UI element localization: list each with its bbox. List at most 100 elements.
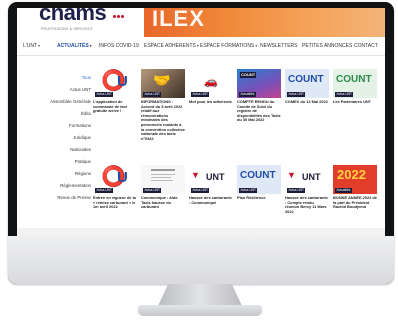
- main-nav: L'UNT▾ ACTUALITÉS▾ INFOS COVID-19 ESPACE…: [17, 38, 385, 56]
- article-card[interactable]: ⭕ U Actus UNT Entrée en vigueur de la « …: [93, 165, 137, 210]
- article-thumbnail: ⭕ U Actus UNT: [93, 165, 137, 194]
- year-text: 2022: [337, 167, 366, 182]
- article-title[interactable]: Plan Résilience: [237, 195, 281, 201]
- nav-item-infos-covid[interactable]: INFOS COVID-19: [99, 43, 139, 49]
- category-badge[interactable]: Actus UNT: [143, 92, 162, 97]
- category-badge[interactable]: Actualités: [239, 92, 256, 97]
- category-badge[interactable]: Actualités: [335, 188, 352, 193]
- nav-label: ESPACE FORMATIONS: [200, 43, 255, 49]
- category-regions[interactable]: Régions: [75, 171, 91, 176]
- unt-flag-icon: ▼: [191, 170, 200, 180]
- nav-label: L'UNT: [23, 43, 38, 49]
- nav-label: CONTACT: [354, 43, 378, 49]
- banner-word: ILEX: [152, 8, 205, 31]
- category-badge[interactable]: Actus UNT: [191, 188, 210, 193]
- chevron-down-icon: ▾: [38, 43, 41, 48]
- category-pratique[interactable]: Pratique: [75, 159, 91, 164]
- nav-label: INFOS COVID-19: [99, 43, 139, 49]
- nav-item-petites-annonces[interactable]: PETITES ANNONCES: [302, 43, 352, 49]
- unt-logo-text: UNT: [302, 172, 321, 182]
- count-logo-text: COUNT: [336, 74, 372, 85]
- category-badge[interactable]: Actus UNT: [335, 92, 354, 97]
- article-title[interactable]: L'application de commande de taxi gratui…: [93, 99, 137, 114]
- category-badge[interactable]: Actus UNT: [191, 92, 210, 97]
- car-icon: 🚗: [204, 76, 218, 88]
- logo-dots-icon: [113, 12, 124, 20]
- article-title[interactable]: COMPTE RENDU du Comité de Suivi du regis…: [237, 99, 281, 123]
- nav-label: ESPACE ADHERENTS: [144, 43, 196, 49]
- article-card[interactable]: Actus UNT Communiqué : Aide Taxis hausse…: [141, 165, 185, 210]
- count-logo-text: COUNT: [240, 170, 276, 181]
- article-card[interactable]: COUNT Actus UNT Les Partenaires UNT: [333, 69, 377, 105]
- article-title[interactable]: Hausse des carburants : Communiqué: [189, 195, 233, 205]
- category-juridique[interactable]: Juridique: [73, 135, 91, 140]
- category-badge[interactable]: Actus UNT: [239, 188, 258, 193]
- site-logo[interactable]: cnams: [39, 8, 107, 24]
- article-title[interactable]: COMEX du 13 Mai 2022: [285, 99, 329, 105]
- chevron-down-icon: ▾: [89, 43, 92, 48]
- article-thumbnail: COUNT Actualités: [237, 69, 281, 98]
- article-card[interactable]: ▼ UNT Actus UNT Hausse des carburants : …: [285, 165, 329, 214]
- article-card[interactable]: ▼ UNT Actus UNT Hausse des carburants : …: [189, 165, 233, 205]
- category-badge[interactable]: Actus UNT: [287, 92, 306, 97]
- category-badge[interactable]: Actus UNT: [95, 188, 114, 193]
- monitor-stand-foot: [138, 305, 262, 316]
- nav-item-espace-adherents[interactable]: ESPACE ADHERENTS▾: [144, 43, 199, 49]
- article-card[interactable]: 🤝 Actus UNT INFORMATIONS : Accord du 5 a…: [141, 69, 185, 141]
- nav-item-lunt[interactable]: L'UNT▾: [23, 43, 40, 49]
- nav-label: NEWSLETTERS: [260, 43, 298, 49]
- category-revue-de-presse[interactable]: Revue de Presse: [57, 195, 91, 200]
- header-banner[interactable]: ILEX: [144, 8, 385, 37]
- category-actus-unt[interactable]: Actus UNT: [70, 87, 91, 92]
- unt-logo-letter: U: [117, 169, 128, 186]
- article-thumbnail: 🚗 Actus UNT: [189, 69, 233, 98]
- nav-item-espace-formations[interactable]: ESPACE FORMATIONS▾: [200, 43, 257, 49]
- article-title[interactable]: BONNE ANNÉE 2022 de la part du Président…: [333, 195, 377, 210]
- nav-label: ACTUALITÉS: [57, 43, 89, 49]
- handshake-icon: 🤝: [153, 72, 171, 88]
- article-thumbnail: 🤝 Actus UNT: [141, 69, 185, 98]
- nav-item-newsletters[interactable]: NEWSLETTERS: [260, 43, 298, 49]
- article-thumbnail: Actus UNT: [141, 165, 185, 194]
- unt-logo-text: UNT: [206, 172, 225, 182]
- article-thumbnail: 2022 Actualités: [333, 165, 377, 194]
- browser-viewport: cnams PROFESSIONS & SERVICES ILEX L'UNT▾…: [17, 8, 385, 236]
- logo-tagline: PROFESSIONS & SERVICES: [41, 27, 93, 31]
- monitor-stand-neck: [158, 284, 242, 306]
- article-thumbnail: COUNT Actus UNT: [285, 69, 329, 98]
- category-nationales[interactable]: Nationales: [70, 147, 91, 152]
- page-footer-strip: [17, 228, 385, 236]
- article-title[interactable]: Hausse des carburants : Compte rendu réu…: [285, 195, 329, 214]
- category-badge[interactable]: Actus UNT: [143, 188, 162, 193]
- category-formations[interactable]: Formations: [69, 123, 91, 128]
- count-logo-text: COUNT: [288, 74, 324, 85]
- article-thumbnail: ▼ UNT Actus UNT: [285, 165, 329, 194]
- article-card[interactable]: COUNT Actus UNT Plan Résilience: [237, 165, 281, 201]
- article-card[interactable]: 2022 Actualités BONNE ANNÉE 2022 de la p…: [333, 165, 377, 210]
- article-title[interactable]: INFORMATIONS : Accord du 5 avril 2022 re…: [141, 99, 185, 141]
- category-badge[interactable]: Actus UNT: [287, 188, 306, 193]
- article-card[interactable]: ⭕ U Actus UNT L'application de commande …: [93, 69, 137, 114]
- article-thumbnail: COUNT Actus UNT: [333, 69, 377, 98]
- category-tous[interactable]: Tous: [82, 75, 91, 80]
- article-thumbnail: ▼ UNT Actus UNT: [189, 165, 233, 194]
- article-thumbnail: COUNT Actus UNT: [237, 165, 281, 194]
- category-reglementation[interactable]: Réglementation: [60, 183, 91, 188]
- unt-logo-letter: U: [117, 73, 128, 90]
- nav-item-contact[interactable]: CONTACT: [354, 43, 378, 49]
- article-card[interactable]: COUNT Actualités COMPTE RENDU du Comité …: [237, 69, 281, 123]
- chevron-down-icon: ▾: [255, 43, 258, 48]
- category-assemblee-generale[interactable]: Assemblée Générale: [50, 99, 91, 104]
- article-title[interactable]: Les Partenaires UNT: [333, 99, 377, 105]
- article-title[interactable]: Mot pour les adhérents: [189, 99, 233, 105]
- chevron-down-icon: ▾: [196, 43, 199, 48]
- unt-flag-icon: ▼: [287, 170, 296, 180]
- nav-label: PETITES ANNONCES: [302, 43, 353, 49]
- category-badge[interactable]: Actus UNT: [95, 92, 114, 97]
- article-title[interactable]: Communiqué : Aide Taxis hausse du carbur…: [141, 195, 185, 210]
- nav-item-actualites[interactable]: ACTUALITÉS▾: [57, 43, 92, 49]
- article-title[interactable]: Entrée en vigueur de la « remise carbura…: [93, 195, 137, 210]
- article-card[interactable]: 🚗 Actus UNT Mot pour les adhérents: [189, 69, 233, 105]
- category-edito[interactable]: Édito: [81, 111, 91, 116]
- article-card[interactable]: COUNT Actus UNT COMEX du 13 Mai 2022: [285, 69, 329, 105]
